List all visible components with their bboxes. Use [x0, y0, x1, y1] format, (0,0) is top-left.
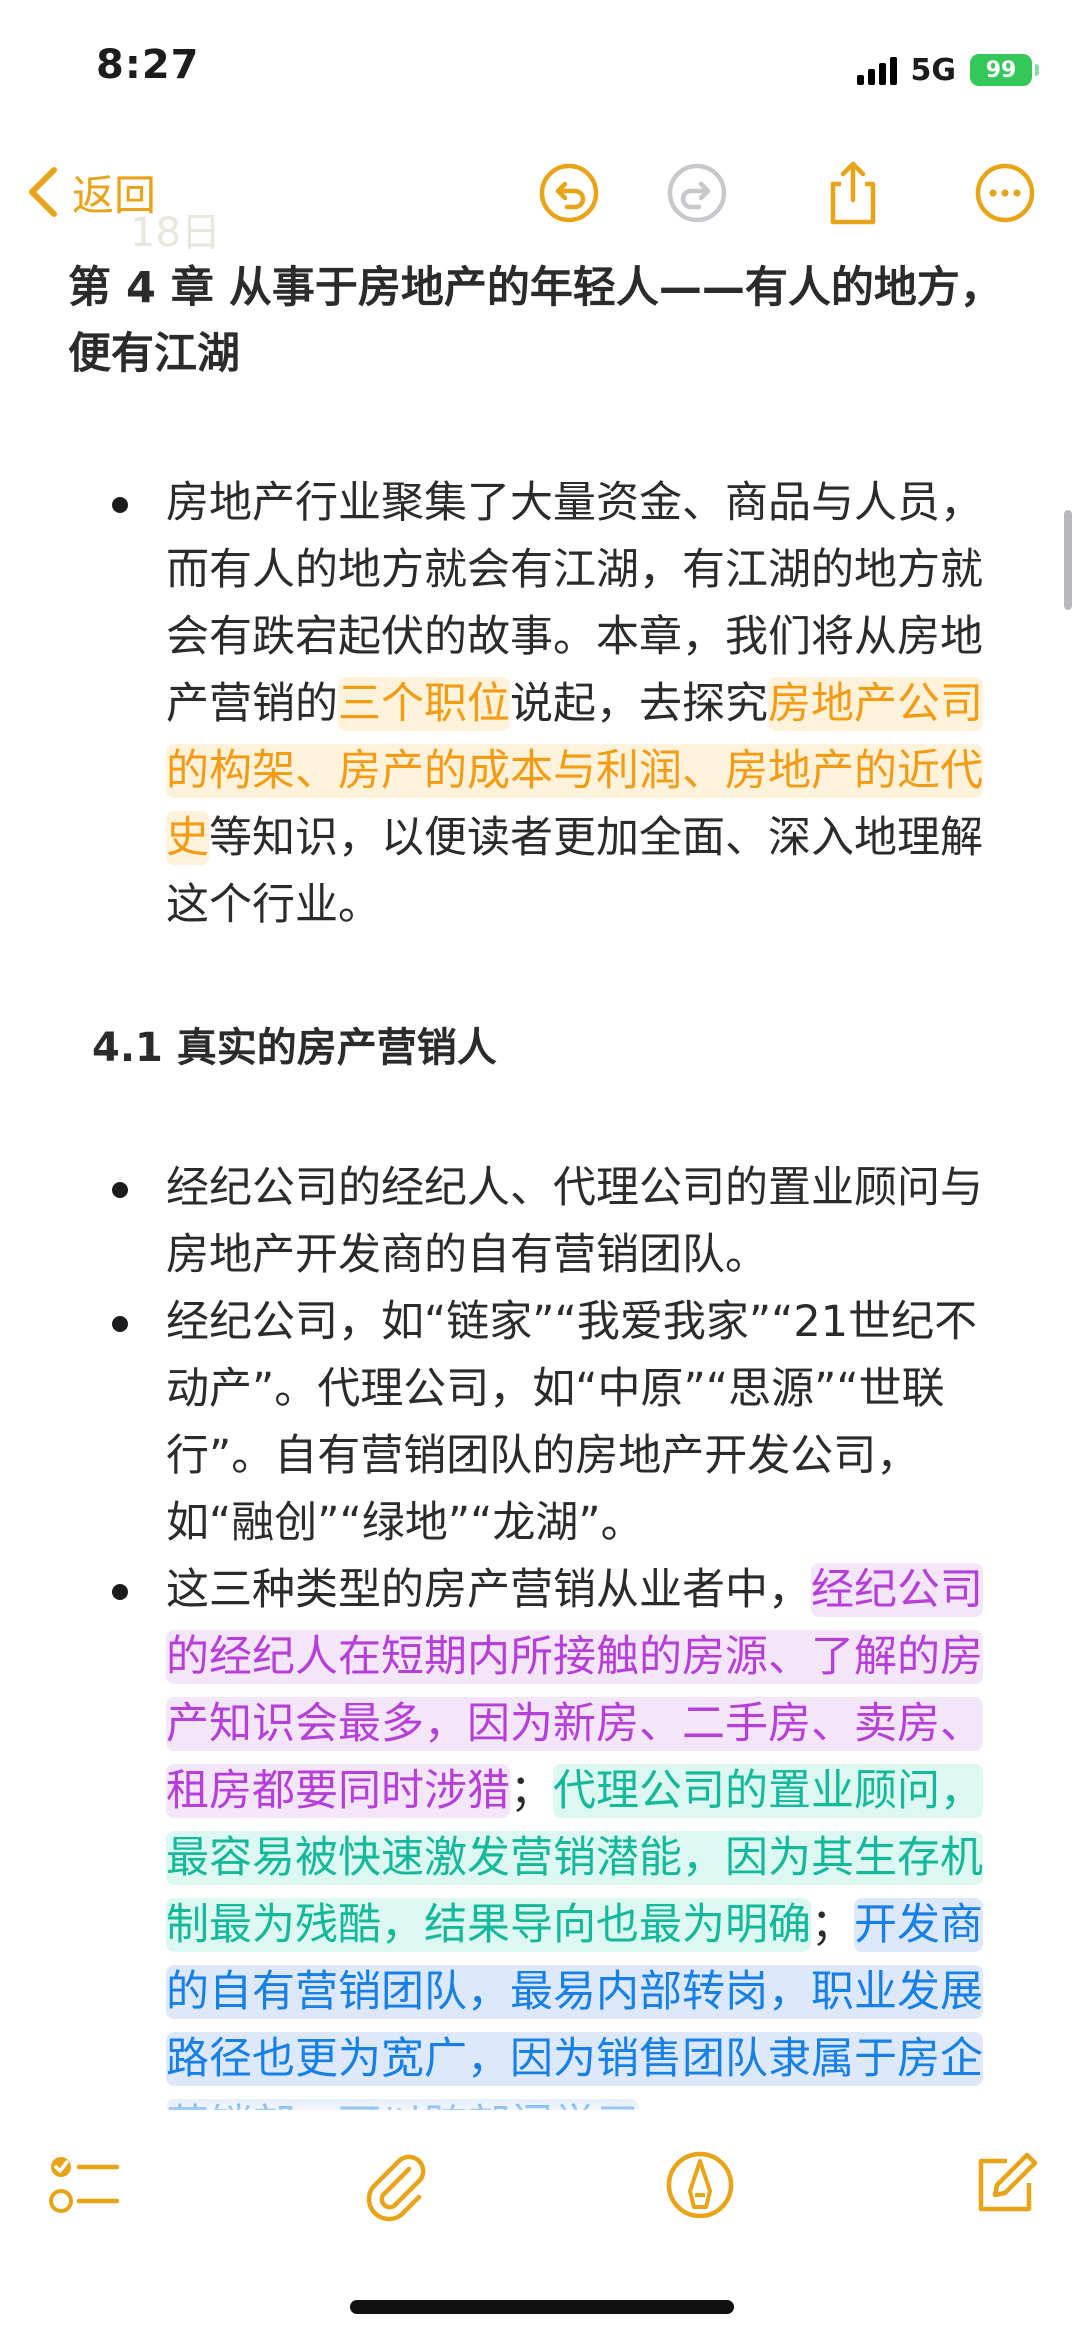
- markup-pen-icon: [666, 2151, 734, 2219]
- undo-icon: [539, 163, 599, 223]
- cellular-signal-icon: [856, 55, 897, 85]
- section-bullet-list: 经纪公司的经纪人、代理公司的置业顾问与房地产开发商的自有营销团队。经纪公司，如“…: [0, 1155, 1080, 2110]
- compose-icon: [978, 2152, 1038, 2212]
- body-text: 等知识，以便读者更加全面、深入地理解这个行业。: [166, 813, 983, 930]
- highlighted-text-orange: 三个职位: [338, 677, 510, 731]
- list-item: 经纪公司的经纪人、代理公司的置业顾问与房地产开发商的自有营销团队。: [0, 1155, 1080, 1289]
- attach-button[interactable]: [355, 2145, 435, 2225]
- undo-button[interactable]: [534, 158, 604, 228]
- body-text: ；: [811, 1900, 854, 1950]
- home-indicator[interactable]: [350, 2300, 734, 2314]
- note-body[interactable]: 第 4 章 从事于房地产的年轻人——有人的地方，便有江湖 房地产行业聚集了大量资…: [0, 255, 1080, 2110]
- scroll-indicator[interactable]: [1064, 510, 1072, 610]
- redo-icon: [667, 163, 727, 223]
- share-icon: [830, 161, 876, 225]
- share-button[interactable]: [818, 158, 888, 228]
- paperclip-icon: [366, 2154, 426, 2222]
- intro-bullet-list: 房地产行业聚集了大量资金、商品与人员，而有人的地方就会有江湖，有江湖的地方就会有…: [0, 470, 1080, 939]
- back-button[interactable]: 返回: [22, 160, 156, 224]
- body-text: 经纪公司的经纪人、代理公司的置业顾问与房地产开发商的自有营销团队。: [166, 1163, 983, 1280]
- chapter-title: 第 4 章 从事于房地产的年轻人——有人的地方，便有江湖: [68, 263, 1003, 379]
- status-time: 8:27: [96, 42, 200, 88]
- more-button[interactable]: [970, 158, 1040, 228]
- body-text: 说起，去探究: [510, 679, 768, 729]
- body-text: 这三种类型的房产营销从业者中，: [166, 1565, 811, 1615]
- redo-button[interactable]: [662, 158, 732, 228]
- battery-level: 99: [985, 57, 1017, 83]
- section-title: 4.1 真实的房产营销人: [92, 1025, 497, 1071]
- network-type: 5G: [910, 52, 957, 88]
- body-text: 经纪公司，如“链家”“我爱我家”“21世纪不动产”。代理公司，如“中原”“思源”…: [166, 1297, 978, 1548]
- status-bar: 8:27 5G 99: [0, 0, 1080, 130]
- list-item: 经纪公司，如“链家”“我爱我家”“21世纪不动产”。代理公司，如“中原”“思源”…: [0, 1289, 1080, 1557]
- battery-icon: 99: [970, 54, 1039, 86]
- list-item: 房地产行业聚集了大量资金、商品与人员，而有人的地方就会有江湖，有江湖的地方就会有…: [0, 470, 1080, 939]
- nav-bar: 返回: [0, 150, 1080, 240]
- list-item: 这三种类型的房产营销从业者中，经纪公司的经纪人在短期内所接触的房源、了解的房产知…: [0, 1557, 1080, 2110]
- body-text: ；: [510, 1766, 553, 1816]
- markup-button[interactable]: [660, 2145, 740, 2225]
- back-label: 返回: [72, 170, 157, 220]
- chevron-left-icon: [29, 167, 57, 217]
- checklist-icon: [49, 2157, 120, 2213]
- checklist-button[interactable]: [45, 2145, 125, 2225]
- ellipsis-icon: [975, 163, 1035, 223]
- compose-button[interactable]: [965, 2145, 1045, 2225]
- status-indicators: 5G 99: [856, 48, 1039, 92]
